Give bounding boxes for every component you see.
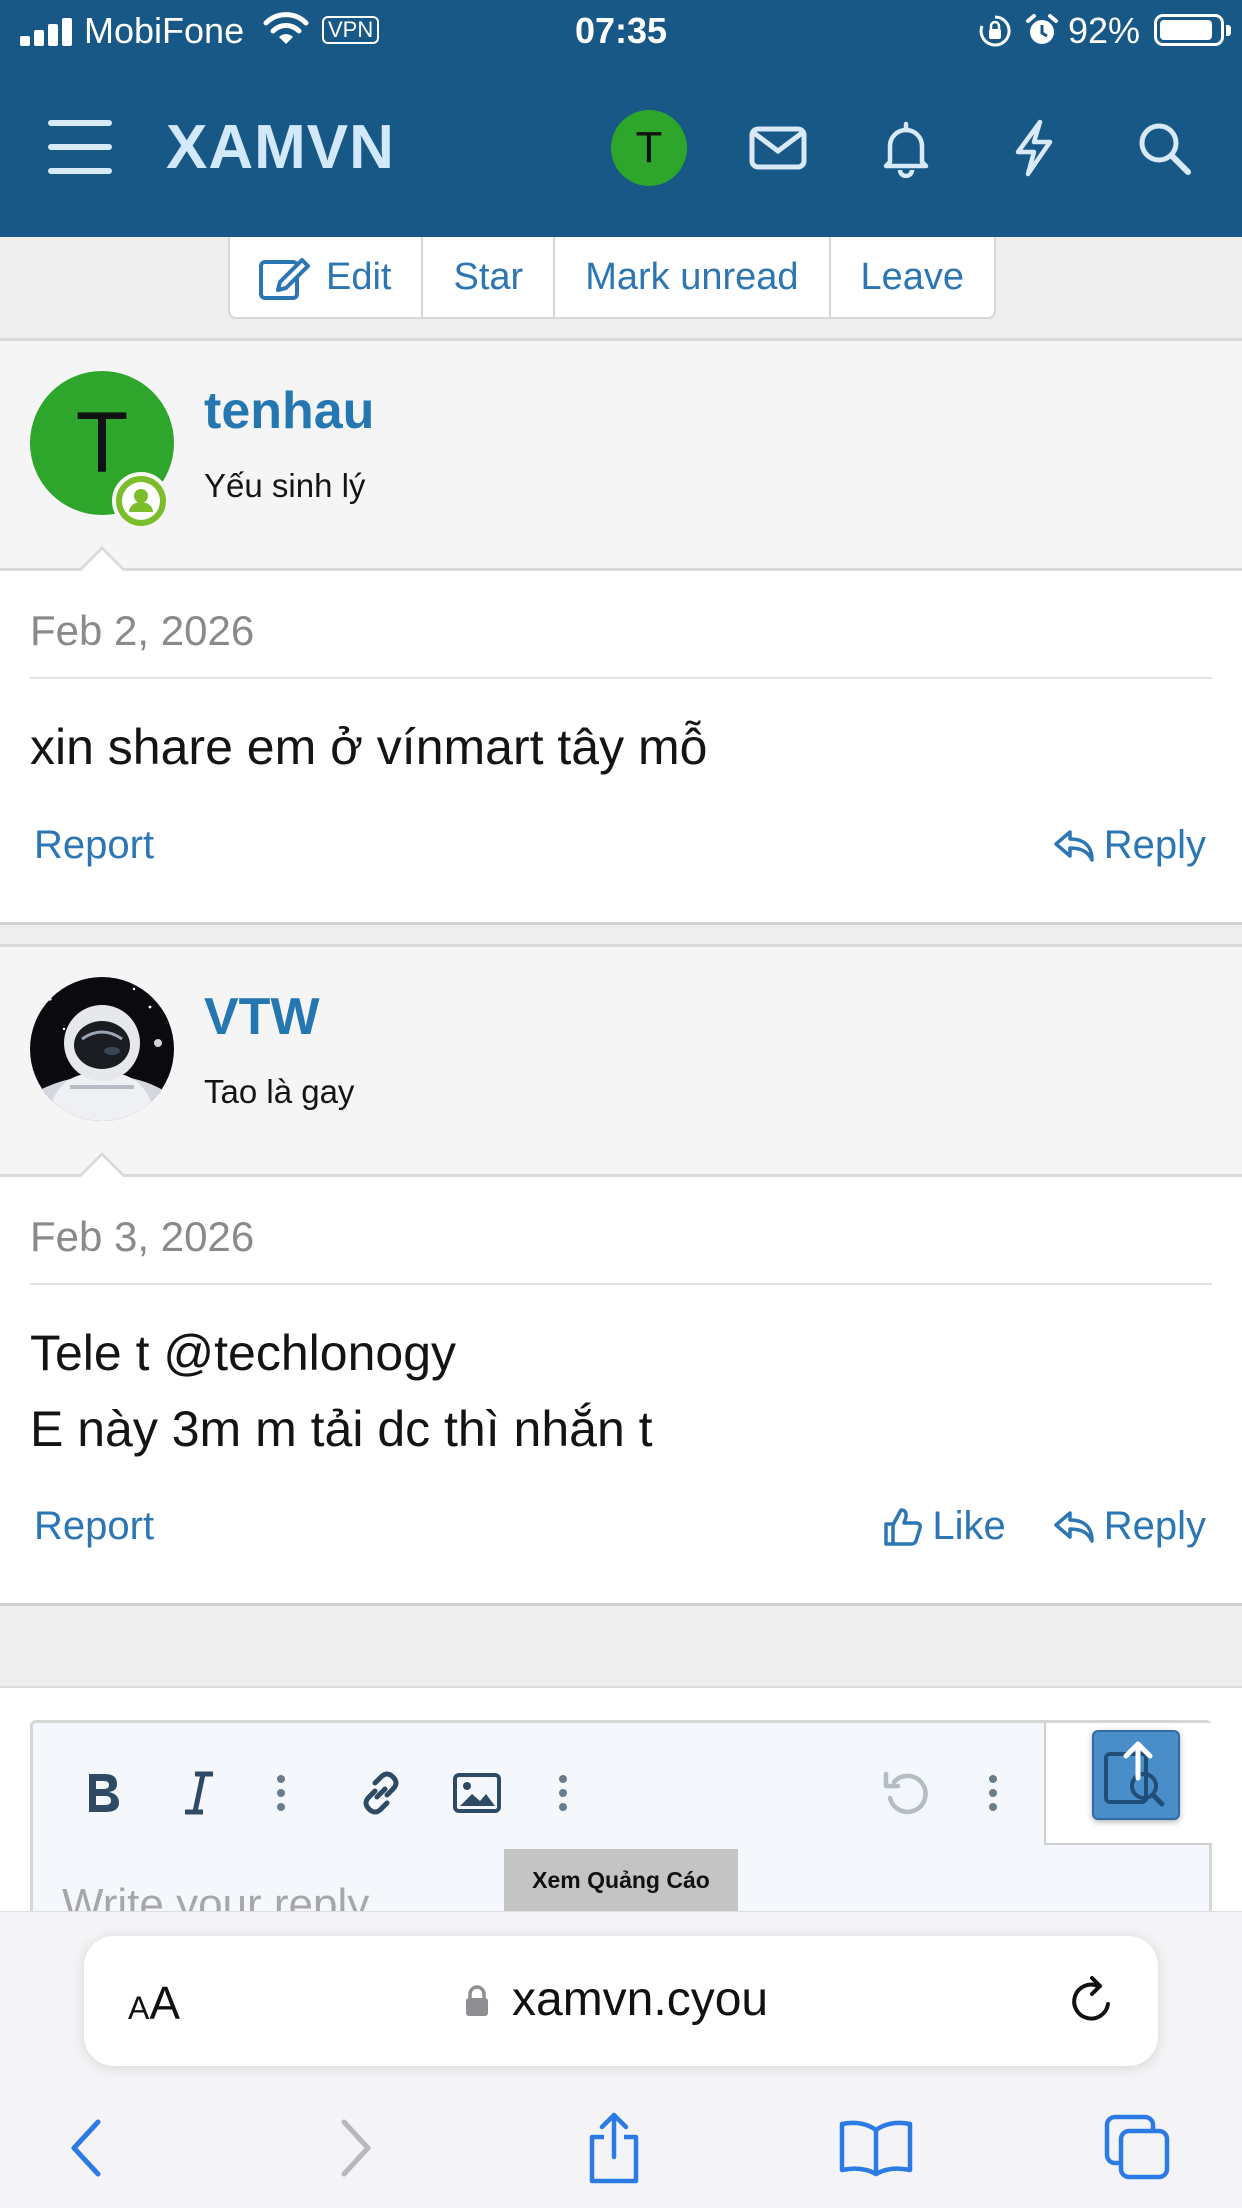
- account-avatar[interactable]: T: [611, 110, 687, 186]
- divider: [30, 1283, 1212, 1285]
- post-message: xin share em ở vínmart tây mỗ: [30, 709, 707, 785]
- report-link[interactable]: Report: [34, 1504, 154, 1549]
- post-user-block: VTW Tao là gay: [0, 944, 1242, 1179]
- bolt-icon[interactable]: [1004, 118, 1064, 178]
- post: VTW Tao là gay Feb 3, 2026 Tele t @techl…: [0, 944, 1242, 1606]
- like-button[interactable]: Like: [882, 1504, 1006, 1549]
- online-status-icon: [112, 472, 170, 530]
- bookmarks-icon[interactable]: [836, 2108, 916, 2188]
- spacer: [0, 1606, 1242, 1686]
- reply-button[interactable]: Reply: [1052, 1504, 1206, 1549]
- share-icon[interactable]: [574, 2108, 654, 2188]
- search-icon[interactable]: [1134, 118, 1194, 178]
- bell-icon[interactable]: [876, 118, 936, 178]
- mark-unread-button[interactable]: Mark unread: [553, 237, 828, 317]
- app-header: MobiFone VPN 07:35 92% XAMVN T: [0, 0, 1242, 237]
- star-label: Star: [453, 255, 524, 298]
- orientation-lock-icon: [979, 15, 1011, 47]
- image-icon[interactable]: [447, 1763, 507, 1823]
- browser-toolbar: AA xamvn.cyou: [0, 1911, 1242, 2208]
- edit-button[interactable]: Edit: [230, 237, 421, 317]
- reply-icon: [1053, 829, 1094, 862]
- lock-icon: [466, 1985, 488, 2016]
- tabs-icon[interactable]: [1098, 2108, 1178, 2188]
- like-label: Like: [932, 1504, 1006, 1548]
- message-line: Tele t @techlonogy: [30, 1325, 457, 1381]
- more-vertical-icon[interactable]: [533, 1763, 593, 1823]
- battery-percent: 92%: [1068, 10, 1141, 51]
- hamburger-icon[interactable]: [48, 120, 112, 174]
- user-title: Yếu sinh lý: [204, 467, 366, 504]
- text-size-large: A: [149, 1977, 181, 2029]
- more-vertical-icon[interactable]: [251, 1763, 311, 1823]
- text-size-small: A: [128, 1990, 150, 2026]
- bold-icon[interactable]: [73, 1763, 133, 1823]
- site-logo[interactable]: XAMVN: [166, 112, 395, 183]
- edit-label: Edit: [326, 255, 392, 298]
- post-date[interactable]: Feb 3, 2026: [30, 1213, 254, 1261]
- reply-icon: [1053, 1510, 1094, 1543]
- post-message: Tele t @techlonogy E này 3m m tải dc thì…: [30, 1315, 653, 1467]
- message-line: E này 3m m tải dc thì nhắn t: [30, 1401, 653, 1457]
- thumbs-up-icon: [884, 1507, 923, 1546]
- username[interactable]: tenhau: [204, 381, 374, 441]
- reload-icon[interactable]: [1064, 1974, 1118, 2028]
- post-caret: [76, 1152, 128, 1179]
- more-vertical-icon[interactable]: [963, 1763, 1023, 1823]
- user-title: Tao là gay: [204, 1073, 355, 1110]
- report-link[interactable]: Report: [34, 823, 154, 868]
- editor-toolbar: [33, 1723, 1212, 1851]
- reply-label: Reply: [1103, 1504, 1206, 1548]
- post: T tenhau Yếu sinh lý Feb 2, 2026 xin sha…: [0, 338, 1242, 925]
- post-body: Feb 3, 2026 Tele t @techlonogy E này 3m …: [0, 1177, 1242, 1606]
- star-button[interactable]: Star: [421, 237, 553, 317]
- status-bar: MobiFone VPN 07:35 92%: [0, 0, 1242, 60]
- url-text[interactable]: xamvn.cyou: [512, 1972, 768, 2027]
- edit-icon: [259, 258, 310, 300]
- forward-icon[interactable]: [316, 2108, 396, 2188]
- post-body: Feb 2, 2026 xin share em ở vínmart tây m…: [0, 571, 1242, 925]
- post-user-block: T tenhau Yếu sinh lý: [0, 338, 1242, 573]
- text-size-button[interactable]: AA: [128, 1976, 180, 2030]
- astronaut-avatar[interactable]: [30, 977, 174, 1121]
- undo-icon[interactable]: [877, 1763, 937, 1823]
- battery-icon: [1154, 14, 1231, 46]
- address-bar[interactable]: AA xamvn.cyou: [84, 1936, 1158, 2066]
- leave-label: Leave: [860, 255, 965, 298]
- upload-icon[interactable]: [1092, 1730, 1180, 1820]
- username[interactable]: VTW: [204, 987, 320, 1047]
- thread-actions: Edit Star Mark unread Leave: [228, 237, 997, 319]
- ad-label[interactable]: Xem Quảng Cáo: [504, 1849, 738, 1911]
- divider: [30, 677, 1212, 679]
- post-date[interactable]: Feb 2, 2026: [30, 607, 254, 655]
- post-caret: [76, 546, 128, 573]
- alarm-icon: [1026, 14, 1058, 44]
- mark-unread-label: Mark unread: [585, 255, 799, 298]
- reply-button[interactable]: Reply: [1052, 823, 1206, 868]
- reply-label: Reply: [1103, 823, 1206, 867]
- back-icon[interactable]: [46, 2108, 126, 2188]
- leave-button[interactable]: Leave: [828, 237, 995, 317]
- mail-icon[interactable]: [748, 118, 808, 178]
- link-icon[interactable]: [351, 1763, 411, 1823]
- italic-icon[interactable]: [169, 1763, 229, 1823]
- message-line: xin share em ở vínmart tây mỗ: [30, 719, 708, 775]
